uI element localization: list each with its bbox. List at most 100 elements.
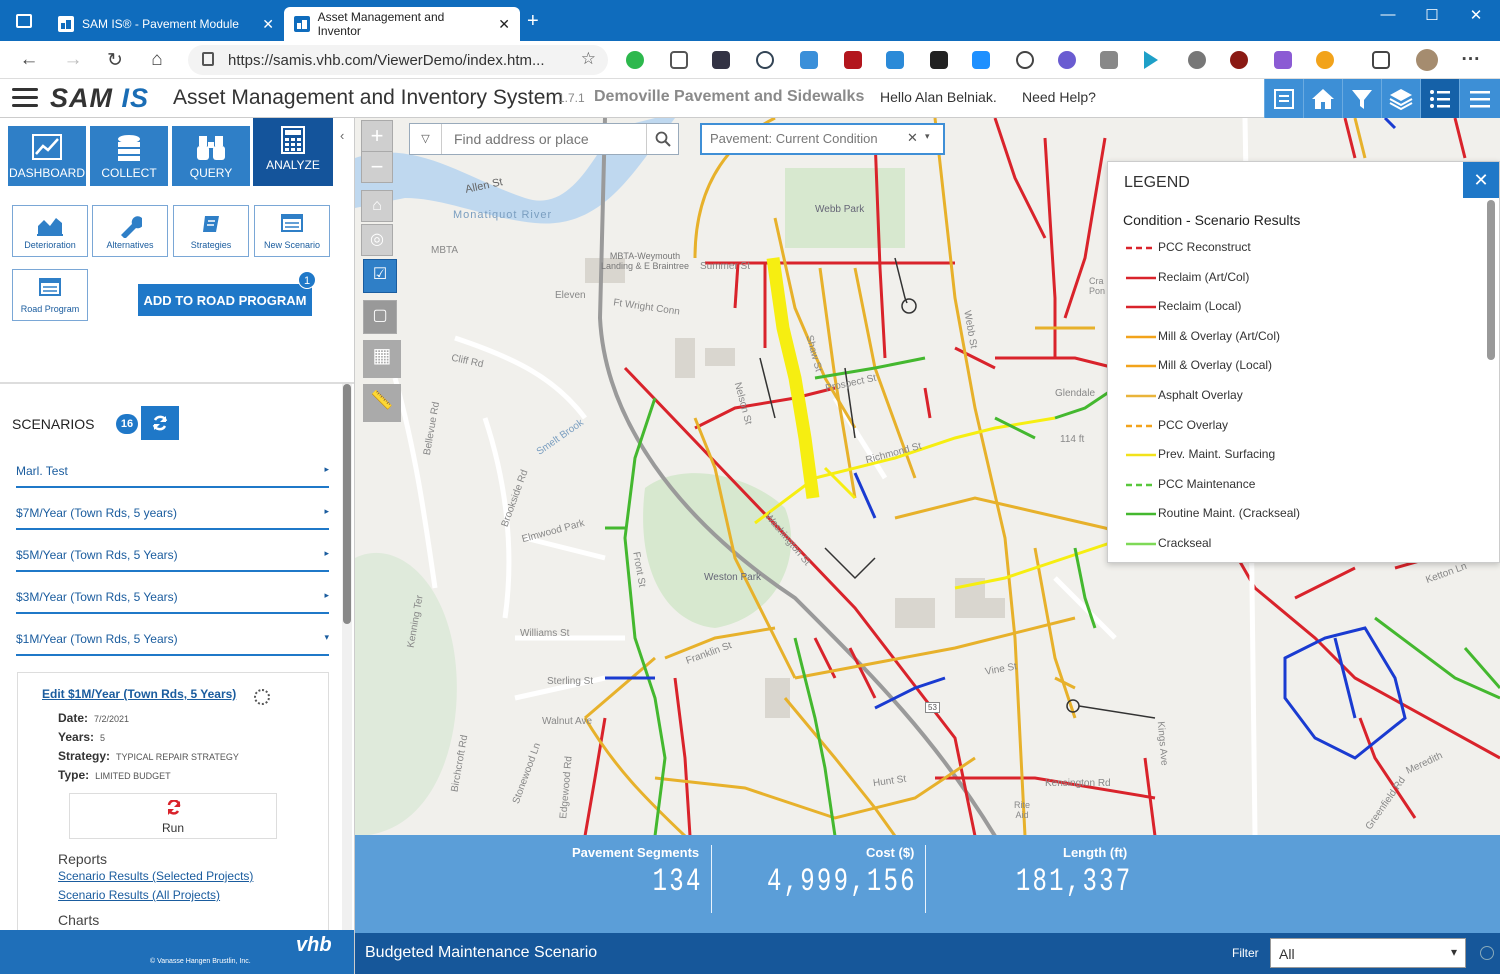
menu-icon[interactable] — [1459, 79, 1500, 118]
minimize-button[interactable]: — — [1378, 6, 1398, 23]
browser-tab-pavement-module[interactable]: SAM IS® - Pavement Module ✕ — [48, 7, 284, 41]
info-extension-icon[interactable] — [1016, 51, 1034, 69]
strategy-row: Strategy: TYPICAL REPAIR STRATEGY — [58, 749, 239, 763]
browser-menu-icon[interactable]: ··· — [1460, 49, 1482, 71]
vs-extension-icon[interactable] — [1274, 51, 1292, 69]
close-window-button[interactable]: ✕ — [1466, 6, 1486, 24]
layers-icon[interactable] — [1381, 79, 1420, 118]
add-to-road-program-button[interactable]: ADD TO ROAD PROGRAM — [138, 284, 312, 316]
pocket-extension-icon[interactable] — [670, 51, 688, 69]
books-extension-icon[interactable] — [712, 51, 730, 69]
collections-icon[interactable] — [1372, 51, 1390, 69]
strategies-button[interactable]: Strategies — [173, 205, 249, 257]
profile-avatar[interactable] — [1416, 49, 1438, 71]
browser-tab-actions-icon[interactable] — [16, 14, 32, 28]
record-extension-icon[interactable] — [1188, 51, 1206, 69]
add-favorite-icon[interactable]: ☆ — [581, 49, 596, 69]
alternatives-button[interactable]: Alternatives — [92, 205, 168, 257]
scenario-item-5m[interactable]: $5M/Year (Town Rds, 5 Years) ▸ — [16, 548, 329, 572]
scenario-item-7m[interactable]: $7M/Year (Town Rds, 5 years) ▸ — [16, 506, 329, 530]
list-check-icon[interactable] — [1264, 79, 1303, 118]
legend-title: LEGEND — [1124, 174, 1190, 191]
help-link[interactable]: Need Help? — [1022, 89, 1096, 105]
home-page-icon[interactable]: ⌂ — [146, 49, 168, 71]
home-icon[interactable] — [1303, 79, 1342, 118]
filter-select[interactable]: All ▾ — [1270, 938, 1466, 968]
chevron-down-icon[interactable]: ▾ — [925, 131, 930, 142]
close-tab-icon[interactable]: ✕ — [250, 16, 274, 33]
dashboard-module-button[interactable]: DASHBOARD — [8, 126, 86, 186]
run-scenario-button[interactable]: Run — [69, 793, 277, 839]
scenarios-count-badge: 16 — [116, 414, 138, 434]
skype-extension-icon[interactable] — [886, 51, 904, 69]
evernote-extension-icon[interactable] — [626, 51, 644, 69]
legend-swatch-icon — [1126, 246, 1156, 250]
url-field[interactable]: https://samis.vhb.com/ViewerDemo/index.h… — [188, 45, 608, 75]
scenario-item-1m[interactable]: $1M/Year (Town Rds, 5 Years) ▾ — [16, 632, 329, 656]
close-tab-icon[interactable]: ✕ — [486, 16, 510, 33]
back-arrow-icon[interactable]: ← — [18, 49, 40, 71]
forward-arrow-icon[interactable]: → — [62, 49, 84, 71]
chrome-extension-icon[interactable] — [1316, 51, 1334, 69]
measure-ruler-icon[interactable]: 📏 — [363, 384, 401, 422]
play-extension-icon[interactable] — [1144, 51, 1158, 69]
deterioration-button[interactable]: Deterioration — [12, 205, 88, 257]
snowflake-extension-icon[interactable] — [1058, 51, 1076, 69]
collect-module-button[interactable]: COLLECT — [90, 126, 168, 186]
bug-extension-icon[interactable] — [1230, 51, 1248, 69]
sidebar-collapse-icon[interactable]: ‹ — [340, 128, 344, 143]
analyze-module-button[interactable]: ANALYZE — [253, 118, 333, 186]
road-program-button[interactable]: Road Program — [12, 269, 88, 321]
hamburger-menu-icon[interactable] — [12, 88, 38, 108]
scenario-item-3m[interactable]: $3M/Year (Town Rds, 5 Years) ▸ — [16, 590, 329, 614]
locate-icon[interactable]: ◎ — [361, 224, 393, 256]
calendar-extension-icon[interactable] — [800, 51, 818, 69]
layer-select[interactable]: Pavement: Current Condition ✕ ▾ — [700, 123, 945, 155]
new-scenario-button[interactable]: New Scenario — [254, 205, 330, 257]
lastpass-extension-icon[interactable] — [844, 51, 862, 69]
query-module-button[interactable]: QUERY — [172, 126, 250, 186]
close-legend-button[interactable]: ✕ — [1463, 162, 1499, 198]
legend-swatch-icon — [1126, 305, 1156, 309]
date-label: Date: — [58, 711, 89, 725]
sidebar-scrollbar[interactable] — [342, 384, 352, 974]
browser-tab-asset-management[interactable]: Asset Management and Inventor ✕ — [284, 7, 520, 41]
scrollbar-thumb[interactable] — [1487, 200, 1495, 360]
clear-layer-icon[interactable]: ✕ — [907, 130, 918, 146]
address-search-input[interactable] — [454, 125, 649, 153]
refresh-scenarios-button[interactable] — [141, 406, 179, 440]
basemap-grid-icon[interactable]: ▦ — [363, 340, 401, 378]
segments-value: 134 — [653, 863, 703, 900]
filter-icon[interactable] — [1342, 79, 1381, 118]
database-icon — [118, 135, 140, 161]
maximize-button[interactable]: ☐ — [1422, 6, 1442, 24]
refresh-icon[interactable]: ↻ — [104, 49, 126, 72]
report-link-selected-projects[interactable]: Scenario Results (Selected Projects) — [58, 869, 253, 883]
length-value: 181,337 — [1015, 863, 1132, 900]
scrollbar-thumb[interactable] — [343, 384, 351, 624]
stats-divider — [711, 845, 712, 913]
collapse-panel-icon[interactable] — [1480, 946, 1494, 960]
edit-scenario-link[interactable]: Edit $1M/Year (Town Rds, 5 Years) — [42, 687, 236, 701]
scenario-item-marl-test[interactable]: Marl. Test ▸ — [16, 464, 329, 488]
dropbox-extension-icon[interactable] — [1100, 51, 1118, 69]
map-home-icon[interactable]: ⌂ — [361, 190, 393, 222]
report-link-all-projects[interactable]: Scenario Results (All Projects) — [58, 888, 220, 902]
map-label: Weston Park — [704, 572, 762, 583]
legend-item-label: Routine Maint. (Crackseal) — [1158, 506, 1301, 521]
years-label: Years: — [58, 730, 95, 744]
legend-list-icon[interactable] — [1420, 79, 1459, 118]
zoom-out-button[interactable]: − — [361, 151, 393, 183]
legend-scrollbar[interactable] — [1487, 200, 1497, 560]
samis-favicon-icon — [58, 16, 74, 32]
new-tab-button[interactable]: + — [527, 10, 539, 33]
search-button[interactable] — [646, 124, 678, 154]
user-greeting[interactable]: Hello Alan Belniak. — [880, 89, 997, 105]
search-dropdown-button[interactable]: ▽ — [410, 124, 442, 154]
grammarly-extension-icon[interactable] — [756, 51, 774, 69]
dashlane-extension-icon[interactable] — [972, 51, 990, 69]
checkbox-tool-icon[interactable]: ☑ — [363, 259, 397, 293]
select-tool-icon[interactable]: ▢ — [363, 300, 397, 334]
zoom-in-button[interactable]: + — [361, 120, 393, 152]
buffer-extension-icon[interactable] — [930, 51, 948, 69]
